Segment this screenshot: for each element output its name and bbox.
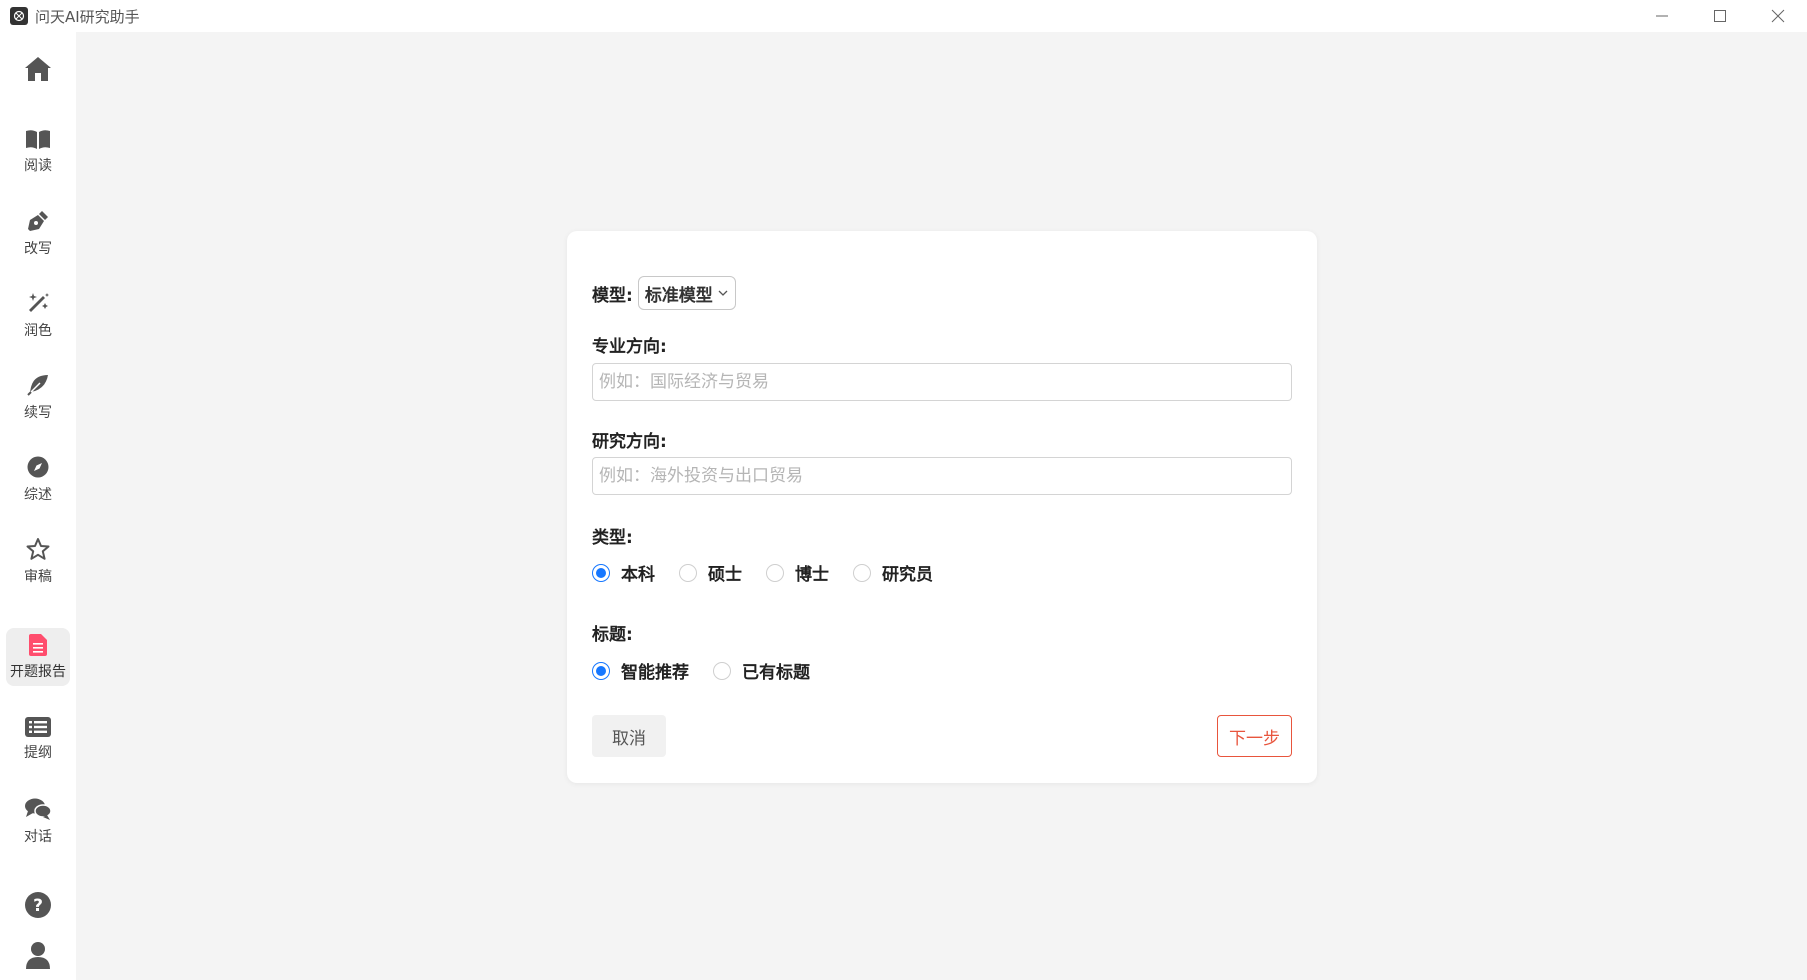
radio-label: 硕士 [708,565,742,585]
chevron-down-icon [718,290,728,296]
sidebar-item-label: 改写 [24,240,52,257]
title-radio-group: 智能推荐 已有标题 [592,658,834,683]
model-select-value: 标准模型 [644,285,713,306]
radio-circle[interactable] [592,661,610,680]
star-icon [26,537,50,560]
svg-text:?: ? [33,896,43,916]
radio-label: 智能推荐 [621,663,689,683]
sidebar-item-label: 对话 [24,828,52,845]
research-input[interactable] [592,457,1292,495]
radio-circle[interactable] [679,563,697,582]
title-label: 标题: [592,625,633,645]
proposal-form-card: 模型: 标准模型 专业方向: 研究方向: 类型: 本科 硕士 博士 研究员 标题… [567,231,1317,783]
sidebar-item-label: 续写 [24,404,52,421]
sidebar-item-rewrite[interactable]: 改写 [6,204,70,262]
type-radio-group: 本科 硕士 博士 研究员 [592,560,957,585]
document-icon [29,633,47,656]
type-radio-undergrad[interactable]: 本科 [592,560,655,585]
home-button[interactable] [0,44,76,94]
user-icon [26,942,50,969]
sidebar-item-label: 阅读 [24,157,52,174]
title-radio-existing[interactable]: 已有标题 [713,658,810,683]
radio-label: 本科 [621,565,655,585]
maximize-icon [1714,10,1726,22]
type-radio-researcher[interactable]: 研究员 [853,560,933,585]
home-icon [25,57,51,81]
help-button[interactable]: ? [0,885,76,925]
sidebar-item-polish[interactable]: 润色 [6,286,70,344]
book-icon [26,129,50,149]
sidebar-item-read[interactable]: 阅读 [6,122,70,180]
title-bar: 问天AI研究助手 [0,0,1807,32]
radio-circle[interactable] [592,563,610,582]
type-radio-master[interactable]: 硕士 [679,560,742,585]
minimize-button[interactable] [1633,0,1691,32]
model-row: 模型: 标准模型 [592,276,736,310]
sidebar-item-continue[interactable]: 续写 [6,368,70,426]
major-label: 专业方向: [592,337,667,357]
radio-circle[interactable] [853,563,871,582]
list-icon [25,716,51,737]
minimize-icon [1656,15,1668,17]
radio-label: 已有标题 [742,663,810,683]
sidebar-item-label: 开题报告 [10,663,66,680]
pen-icon [28,210,48,231]
app-logo-icon [10,7,28,25]
maximize-button[interactable] [1691,0,1749,32]
sidebar: 阅读 改写 润色 续写 综述 审稿 开题报告 提纲 对话 ? [0,32,76,980]
close-button[interactable] [1749,0,1807,32]
sidebar-item-label: 提纲 [24,744,52,761]
radio-circle[interactable] [766,563,784,582]
title-radio-smart[interactable]: 智能推荐 [592,658,689,683]
help-icon: ? [25,892,51,918]
cancel-button[interactable]: 取消 [592,715,666,757]
window-title: 问天AI研究助手 [35,7,140,26]
sidebar-item-review[interactable]: 综述 [6,450,70,508]
sidebar-item-proposal[interactable]: 开题报告 [6,628,70,686]
radio-label: 博士 [795,565,829,585]
radio-label: 研究员 [882,565,933,585]
chat-icon [25,798,52,820]
next-step-button[interactable]: 下一步 [1217,715,1292,757]
sidebar-item-chat[interactable]: 对话 [6,792,70,850]
model-label: 模型: [592,285,633,306]
sidebar-item-outline[interactable]: 提纲 [6,710,70,768]
sidebar-item-label: 润色 [24,322,52,339]
sidebar-item-label: 综述 [24,486,52,503]
compass-icon [27,456,49,477]
magic-wand-icon [29,292,49,312]
user-button[interactable] [0,935,76,975]
model-select[interactable]: 标准模型 [637,276,736,310]
sidebar-item-audit[interactable]: 审稿 [6,532,70,590]
window-controls [1633,0,1807,32]
research-label: 研究方向: [592,432,667,452]
radio-circle[interactable] [713,661,731,680]
feather-icon [27,374,48,396]
major-input[interactable] [592,363,1292,401]
sidebar-item-label: 审稿 [24,568,52,585]
close-icon [1771,9,1785,23]
type-label: 类型: [592,528,633,548]
type-radio-phd[interactable]: 博士 [766,560,829,585]
